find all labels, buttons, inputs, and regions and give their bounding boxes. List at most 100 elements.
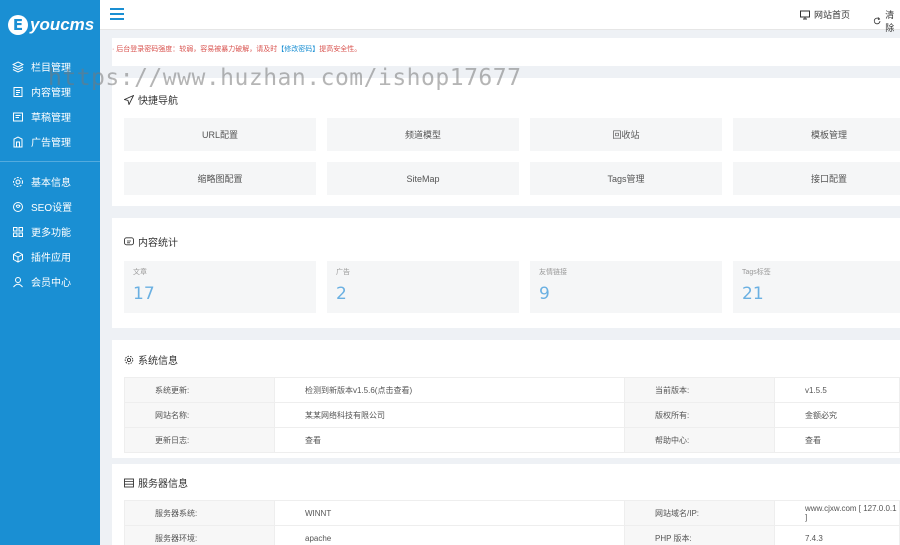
site-home-label: 网站首页 — [814, 10, 851, 20]
sidebar-item-basic-info[interactable]: 基本信息 — [0, 169, 100, 194]
sidebar-item-label: 插件应用 — [31, 253, 71, 264]
system-info-title: 系统信息 — [124, 352, 178, 367]
refresh-icon — [873, 17, 881, 25]
table-row: 系统更新: 检测到新版本v1.5.6(点击查看) 当前版本: v1.5.5 — [124, 377, 900, 403]
quick-nav-title-text: 快捷导航 — [138, 96, 178, 107]
quick-channel-model[interactable]: 频道模型 — [327, 118, 519, 151]
sidebar-item-plugins[interactable]: 插件应用 — [0, 244, 100, 269]
password-notice: · 后台登录密码强度：较弱，容易被暴力破解，请及时【修改密码】提高安全性。 — [112, 44, 361, 54]
quick-thumbnail-config[interactable]: 缩略图配置 — [124, 162, 316, 195]
table-row: 服务器环境: apache PHP 版本: 7.4.3 — [124, 525, 900, 545]
site-home-link[interactable]: 网站首页 — [800, 8, 850, 21]
table-row: 网站名称: 某某网络科技有限公司 版权所有: 金额必究 — [124, 402, 900, 428]
info-value: WINNT — [274, 500, 625, 526]
info-value: 7.4.3 — [774, 525, 900, 545]
server-info-title-text: 服务器信息 — [138, 479, 188, 490]
stat-value: 2 — [336, 284, 347, 304]
quick-sitemap[interactable]: SiteMap — [327, 162, 519, 195]
stat-card-links[interactable]: 友情链接 9 — [530, 261, 722, 313]
hamburger-line — [110, 13, 124, 15]
info-value: v1.5.5 — [774, 377, 900, 403]
clear-cache-label: 清除 — [885, 10, 895, 33]
clear-cache-link[interactable]: 清除 — [873, 8, 900, 34]
sidebar-item-seo[interactable]: SEO设置 — [0, 194, 100, 219]
settings-icon — [124, 355, 134, 364]
sidebar-divider — [0, 161, 100, 162]
sidebar-item-ads[interactable]: 广告管理 — [0, 129, 100, 154]
info-value: apache — [274, 525, 625, 545]
quick-url-config[interactable]: URL配置 — [124, 118, 316, 151]
content-stats-title: 内容统计 — [124, 234, 178, 249]
sidebar-item-drafts[interactable]: 草稿管理 — [0, 104, 100, 129]
sidebar-item-label: 会员中心 — [31, 278, 71, 289]
sidebar-item-content[interactable]: 内容管理 — [0, 79, 100, 104]
grid-icon — [12, 226, 24, 238]
sidebar: E youcms 栏目管理 内容管理 草稿管理 广告管理 基本信息 SEO设置 — [0, 0, 100, 545]
quick-nav-title: 快捷导航 — [124, 92, 178, 107]
info-key: 帮助中心: — [624, 427, 775, 453]
stat-label: Tags标签 — [742, 269, 771, 276]
change-password-link[interactable]: 【修改密码】 — [277, 46, 319, 53]
content-stats-title-text: 内容统计 — [138, 238, 178, 249]
info-key: 服务器环境: — [124, 525, 275, 545]
info-key: 网站名称: — [124, 402, 275, 428]
server-icon — [124, 478, 134, 487]
quick-template-manage[interactable]: 模板管理 — [733, 118, 900, 151]
info-value: 某某网络科技有限公司 — [274, 402, 625, 428]
nav-group-settings: 基本信息 SEO设置 更多功能 插件应用 会员中心 — [0, 169, 100, 294]
quick-api-config[interactable]: 接口配置 — [733, 162, 900, 195]
nav-group-content: 栏目管理 内容管理 草稿管理 广告管理 — [0, 50, 100, 154]
system-info-title-text: 系统信息 — [138, 356, 178, 367]
stat-label: 文章 — [133, 269, 147, 276]
hamburger-icon — [110, 8, 124, 10]
hamburger-line — [110, 18, 124, 20]
stat-card-articles[interactable]: 文章 17 — [124, 261, 316, 313]
content-stats-panel: 内容统计 文章 17 广告 2 友情链接 9 Tags标签 21 — [112, 218, 900, 328]
copyright-link[interactable]: 金额必究 — [774, 402, 900, 428]
sidebar-item-more[interactable]: 更多功能 — [0, 219, 100, 244]
quick-nav-grid: URL配置 频道模型 回收站 模板管理 缩略图配置 SiteMap Tags管理… — [124, 118, 900, 195]
quick-recycle-bin[interactable]: 回收站 — [530, 118, 722, 151]
system-info-panel: 系统信息 系统更新: 检测到新版本v1.5.6(点击查看) 当前版本: v1.5… — [112, 340, 900, 458]
info-key: 当前版本: — [624, 377, 775, 403]
logo-text: youcms — [30, 15, 95, 34]
sidebar-item-label: 广告管理 — [31, 138, 71, 149]
sidebar-item-label: 更多功能 — [31, 228, 71, 239]
send-icon — [124, 94, 134, 105]
sidebar-item-label: 草稿管理 — [31, 113, 71, 124]
stat-card-ads[interactable]: 广告 2 — [327, 261, 519, 313]
gear-icon — [12, 176, 24, 188]
changelog-link[interactable]: 查看 — [274, 427, 625, 453]
sidebar-item-label: 内容管理 — [31, 88, 71, 99]
sidebar-item-columns[interactable]: 栏目管理 — [0, 54, 100, 79]
chat-icon — [124, 236, 134, 245]
help-center-link[interactable]: 查看 — [774, 427, 900, 453]
update-check-link[interactable]: 检测到新版本v1.5.6(点击查看) — [274, 377, 625, 403]
stat-value: 17 — [133, 284, 155, 304]
sidebar-item-label: 栏目管理 — [31, 63, 71, 74]
draft-icon — [12, 111, 24, 123]
notice-text: · 后台登录密码强度：较弱，容易被暴力破解，请及时 — [112, 46, 278, 53]
logo-mark: E — [8, 15, 28, 35]
sidebar-item-label: SEO设置 — [31, 203, 73, 214]
sidebar-item-members[interactable]: 会员中心 — [0, 269, 100, 294]
quick-tags-manage[interactable]: Tags管理 — [530, 162, 722, 195]
info-key: PHP 版本: — [624, 525, 775, 545]
ad-icon — [12, 135, 24, 148]
quick-nav-panel: 快捷导航 URL配置 频道模型 回收站 模板管理 缩略图配置 SiteMap T… — [112, 78, 900, 206]
stat-value: 9 — [539, 284, 550, 304]
logo[interactable]: E youcms — [0, 0, 100, 50]
server-info-table: 服务器系统: WINNT 网站域名/IP: www.cjxw.com [ 127… — [124, 500, 900, 545]
info-key: 更新日志: — [124, 427, 275, 453]
info-key: 服务器系统: — [124, 500, 275, 526]
server-info-title: 服务器信息 — [124, 475, 188, 490]
stat-card-tags[interactable]: Tags标签 21 — [733, 261, 900, 313]
plugin-icon — [12, 250, 24, 263]
stats-grid: 文章 17 广告 2 友情链接 9 Tags标签 21 — [124, 261, 900, 313]
info-key: 网站域名/IP: — [624, 500, 775, 526]
menu-toggle-button[interactable] — [110, 7, 124, 21]
server-info-panel: 服务器信息 服务器系统: WINNT 网站域名/IP: www.cjxw.com… — [112, 464, 900, 545]
user-icon — [12, 276, 24, 288]
stat-value: 21 — [742, 284, 764, 304]
top-header: 网站首页 清除 — [100, 0, 900, 33]
